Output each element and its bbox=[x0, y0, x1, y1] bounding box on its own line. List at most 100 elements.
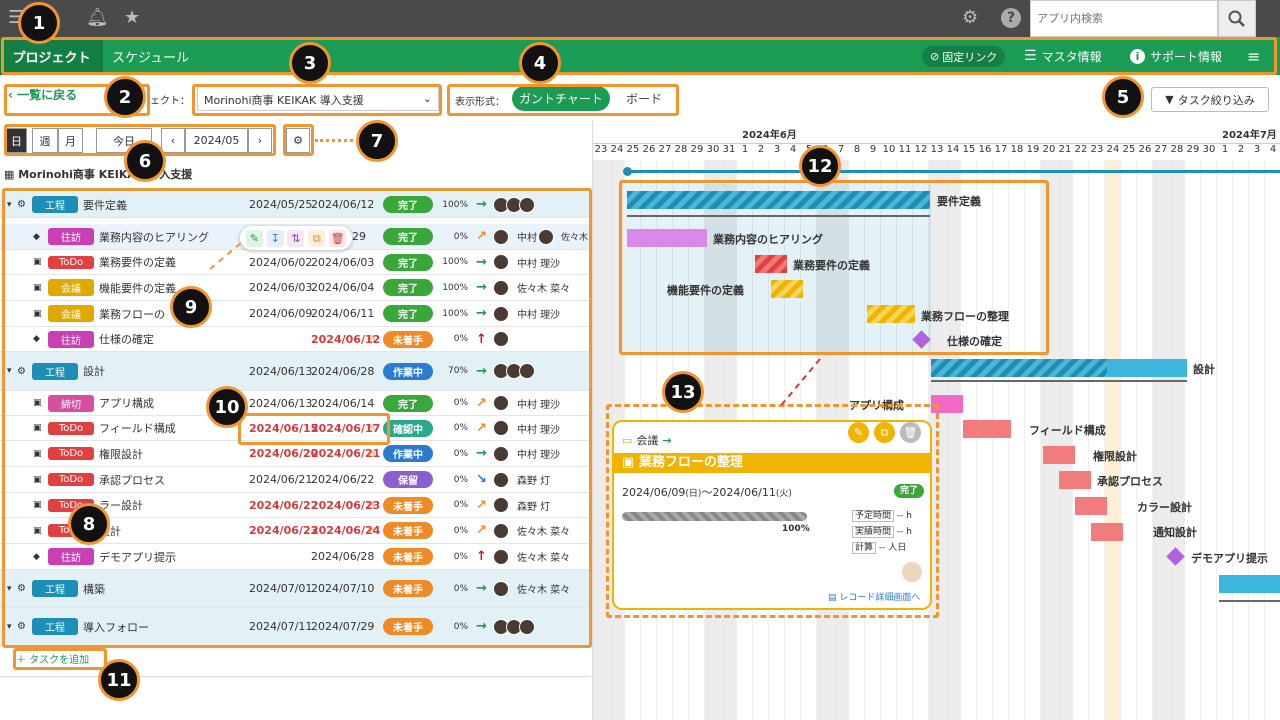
day-label: 22 bbox=[1074, 144, 1088, 155]
bar-label: カラー設計 bbox=[1137, 501, 1192, 514]
day-label: 23 bbox=[594, 144, 608, 155]
day-label: 8 bbox=[853, 144, 861, 155]
day-label: 31 bbox=[722, 144, 736, 155]
day-label: 27 bbox=[658, 144, 672, 155]
day-label: 28 bbox=[1170, 144, 1184, 155]
callout-badge: 7 bbox=[356, 120, 398, 162]
day-column bbox=[1201, 160, 1217, 720]
day-label: 12 bbox=[914, 144, 928, 155]
callout-badge: 11 bbox=[98, 659, 140, 701]
bar-label: 設計 bbox=[1193, 363, 1215, 376]
day-label: 1 bbox=[1221, 144, 1229, 155]
day-label: 4 bbox=[789, 144, 797, 155]
callout-connector bbox=[315, 139, 359, 142]
divider bbox=[0, 676, 591, 677]
search-input[interactable] bbox=[1031, 1, 1211, 36]
day-column bbox=[1265, 160, 1280, 720]
task-bar[interactable] bbox=[963, 420, 1011, 438]
task-bar[interactable] bbox=[1091, 523, 1123, 541]
search-field[interactable] bbox=[1030, 0, 1218, 37]
callout-badge: 8 bbox=[68, 503, 110, 545]
day-label: 17 bbox=[994, 144, 1008, 155]
day-label: 19 bbox=[1026, 144, 1040, 155]
month-label-june: 2024年6月 bbox=[742, 130, 797, 141]
project-title-text: Morinohi商事 KEIKAK 導入支援 bbox=[18, 168, 193, 181]
day-label: 10 bbox=[882, 144, 896, 155]
task-bar[interactable] bbox=[1075, 497, 1107, 515]
day-label: 30 bbox=[706, 144, 720, 155]
day-label: 30 bbox=[1202, 144, 1216, 155]
day-column bbox=[1185, 160, 1201, 720]
callout-badge: 1 bbox=[18, 2, 60, 44]
summary-line bbox=[1219, 600, 1280, 602]
day-column bbox=[1057, 160, 1073, 720]
day-column bbox=[1217, 160, 1233, 720]
callout-badge: 9 bbox=[170, 286, 212, 328]
day-column bbox=[1137, 160, 1153, 720]
bar-label: 権限設計 bbox=[1093, 450, 1137, 463]
day-column bbox=[1105, 160, 1121, 720]
callout-badge: 6 bbox=[124, 140, 166, 182]
project-span-start bbox=[623, 167, 632, 176]
day-label: 26 bbox=[1138, 144, 1152, 155]
search-button[interactable] bbox=[1218, 0, 1256, 37]
bar-label: デモアプリ提示 bbox=[1191, 552, 1268, 565]
project-label: ェクト： bbox=[150, 96, 190, 107]
grid-icon: ▦ bbox=[4, 168, 19, 181]
day-label: 20 bbox=[1042, 144, 1056, 155]
day-label: 2 bbox=[1237, 144, 1245, 155]
callout-badge: 13 bbox=[662, 371, 704, 413]
task-bar[interactable] bbox=[1059, 471, 1091, 489]
summary-line bbox=[931, 380, 1187, 382]
bar-label: 通知設計 bbox=[1153, 526, 1197, 539]
day-label: 28 bbox=[674, 144, 688, 155]
day-label: 23 bbox=[1090, 144, 1104, 155]
callout-frame bbox=[238, 413, 390, 445]
day-label: 27 bbox=[1154, 144, 1168, 155]
callout-frame bbox=[283, 124, 314, 156]
bar-label: フィールド構成 bbox=[1029, 424, 1106, 437]
day-label: 1 bbox=[741, 144, 749, 155]
day-column bbox=[1249, 160, 1265, 720]
phase-bar-progress[interactable] bbox=[931, 359, 1107, 377]
callout-badge: 10 bbox=[206, 386, 248, 428]
task-filter-button[interactable]: ▼ タスク絞り込み bbox=[1151, 87, 1269, 112]
callout-badge: 12 bbox=[799, 145, 841, 187]
callout-badge: 5 bbox=[1102, 76, 1144, 118]
task-bar[interactable] bbox=[1043, 446, 1075, 464]
day-label: 9 bbox=[869, 144, 877, 155]
day-label: 2 bbox=[757, 144, 765, 155]
day-label: 29 bbox=[690, 144, 704, 155]
bell-icon[interactable]: 🔔︎ bbox=[86, 8, 109, 28]
day-label: 14 bbox=[946, 144, 960, 155]
day-label: 3 bbox=[1253, 144, 1261, 155]
day-label: 4 bbox=[1269, 144, 1277, 155]
day-label: 29 bbox=[1186, 144, 1200, 155]
day-column bbox=[1233, 160, 1249, 720]
callout-frame bbox=[606, 404, 939, 618]
callout-frame bbox=[1, 37, 1277, 75]
day-label: 25 bbox=[1122, 144, 1136, 155]
star-icon[interactable]: ★ bbox=[124, 8, 140, 28]
task-filter-label: タスク絞り込み bbox=[1177, 93, 1255, 107]
day-column bbox=[1169, 160, 1185, 720]
callout-frame bbox=[619, 180, 1049, 355]
search-icon bbox=[1228, 10, 1245, 27]
callout-frame bbox=[192, 84, 442, 116]
funnel-icon: ▼ bbox=[1165, 93, 1174, 106]
callout-frame bbox=[447, 84, 679, 116]
day-label: 13 bbox=[930, 144, 944, 155]
day-column bbox=[1121, 160, 1137, 720]
day-label: 24 bbox=[1106, 144, 1120, 155]
phase-bar[interactable] bbox=[1219, 575, 1280, 593]
month-label-july: 2024年7月 bbox=[1222, 130, 1277, 141]
callout-badge: 2 bbox=[104, 76, 146, 118]
help-icon[interactable]: ? bbox=[1001, 8, 1021, 28]
day-label: 25 bbox=[626, 144, 640, 155]
day-column bbox=[1089, 160, 1105, 720]
gear-icon[interactable]: ⚙ bbox=[962, 8, 978, 28]
day-label: 3 bbox=[773, 144, 781, 155]
day-label: 26 bbox=[642, 144, 656, 155]
callout-frame bbox=[13, 648, 107, 670]
callout-badge: 3 bbox=[289, 42, 331, 84]
